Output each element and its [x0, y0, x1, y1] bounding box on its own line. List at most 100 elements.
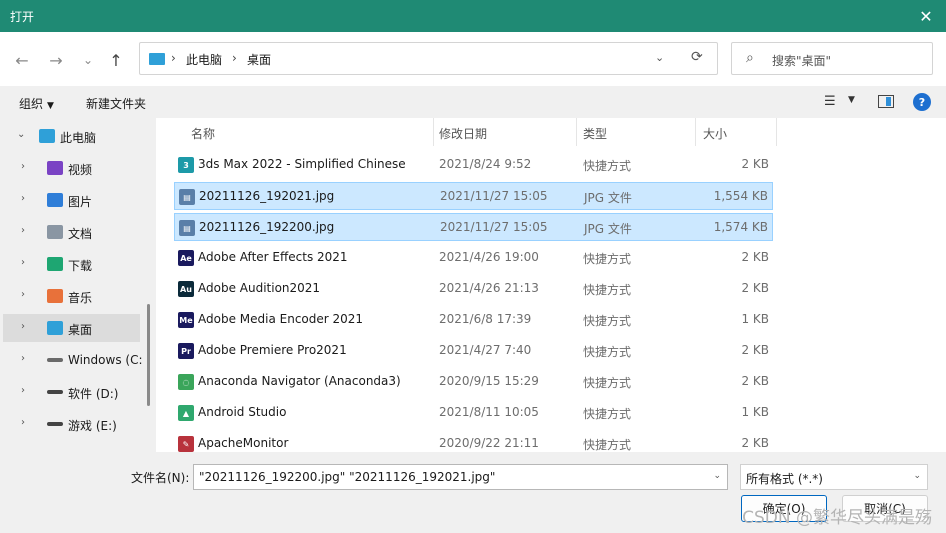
- help-icon[interactable]: ?: [913, 93, 931, 111]
- window-title: 打开: [10, 10, 35, 24]
- sidebar-item[interactable]: › 视频: [3, 154, 140, 182]
- file-size: 2 KB: [741, 374, 769, 388]
- sidebar-item[interactable]: › 文档: [3, 218, 140, 246]
- anaconda-icon: ◌: [178, 374, 194, 390]
- forward-arrow-icon[interactable]: →: [46, 50, 66, 70]
- recent-locations-icon[interactable]: ⌄: [78, 50, 98, 70]
- filename-input[interactable]: "20211126_192200.jpg" "20211126_192021.j…: [193, 464, 728, 490]
- file-name: Adobe Premiere Pro2021: [198, 343, 347, 357]
- file-size: 2 KB: [741, 157, 769, 171]
- chevron-down-icon[interactable]: ⌄: [713, 471, 721, 481]
- file-row[interactable]: ▤ 20211126_192200.jpg 2021/11/27 15:05 JPG …: [174, 213, 773, 241]
- file-row[interactable]: ▲ Android Studio 2021/8/11 10:05 快捷方式 1 KB: [174, 399, 773, 427]
- refresh-icon[interactable]: ⟳: [691, 49, 703, 65]
- file-list: 名称 ^ 修改日期 类型 大小 3 3ds Max 2022 - Simplifi…: [160, 118, 946, 452]
- video-icon: [47, 161, 63, 175]
- apache-monitor-icon: ✎: [178, 436, 194, 452]
- file-type: 快捷方式: [583, 283, 632, 297]
- sidebar-item[interactable]: › 桌面: [3, 314, 140, 342]
- sidebar-item[interactable]: › Windows (C:: [3, 346, 142, 374]
- sidebar-item[interactable]: › 音乐: [3, 282, 140, 310]
- navigation-bar: ← → ⌄ ↑ › 此电脑 › 桌面 ⌄ ⟳ ⌕ 搜索"桌面": [0, 32, 946, 86]
- drive-icon: [47, 422, 63, 426]
- file-size: 2 KB: [741, 250, 769, 264]
- chevron-right-icon[interactable]: ›: [21, 257, 25, 268]
- file-name: Adobe After Effects 2021: [198, 250, 348, 264]
- file-date: 2020/9/22 21:11: [439, 436, 539, 450]
- file-row[interactable]: Pr Adobe Premiere Pro2021 2021/4/27 7:40 快捷…: [174, 337, 773, 365]
- chevron-down-icon[interactable]: ▼: [848, 95, 855, 105]
- file-date: 2021/8/11 10:05: [439, 405, 539, 419]
- back-arrow-icon[interactable]: ←: [12, 50, 32, 70]
- sidebar-item-label: 文档: [68, 227, 93, 241]
- music-icon: [47, 289, 63, 303]
- sidebar-item[interactable]: › 图片: [3, 186, 140, 214]
- file-row[interactable]: ▤ 20211126_192021.jpg 2021/11/27 15:05 JPG …: [174, 182, 773, 210]
- file-date: 2021/11/27 15:05: [440, 220, 548, 234]
- chevron-right-icon[interactable]: ›: [21, 321, 25, 332]
- file-row[interactable]: ✎ ApacheMonitor 2020/9/22 21:11 快捷方式 2 KB: [174, 430, 773, 452]
- filename-label: 文件名(N):: [131, 471, 190, 485]
- up-arrow-icon[interactable]: ↑: [106, 50, 126, 70]
- organize-label: 组织: [19, 97, 44, 111]
- file-name: 20211126_192200.jpg: [199, 220, 335, 234]
- sidebar-item-label: 视频: [68, 163, 93, 177]
- breadcrumb-this-pc[interactable]: 此电脑: [186, 51, 222, 68]
- after-effects-icon: Ae: [178, 250, 194, 266]
- file-row[interactable]: Au Adobe Audition2021 2021/4/26 21:13 快捷方式 2…: [174, 275, 773, 303]
- breadcrumb-desktop[interactable]: 桌面: [247, 51, 271, 68]
- file-row[interactable]: 3 3ds Max 2022 - Simplified Chinese 2021/8…: [174, 151, 773, 179]
- file-row[interactable]: Ae Adobe After Effects 2021 2021/4/26 19:0…: [174, 244, 773, 272]
- file-type: 快捷方式: [583, 314, 632, 328]
- chevron-right-icon[interactable]: ›: [21, 193, 25, 204]
- chevron-down-icon[interactable]: ⌄: [17, 129, 25, 140]
- view-list-icon[interactable]: ☰: [824, 94, 836, 109]
- file-size: 1,554 KB: [713, 189, 768, 203]
- chevron-right-icon[interactable]: ›: [21, 225, 25, 236]
- file-size: 1,574 KB: [713, 220, 768, 234]
- sidebar-item[interactable]: › 软件 (D:): [3, 378, 140, 406]
- sidebar-item-label: 图片: [68, 195, 93, 209]
- sidebar-item[interactable]: › 游戏 (E:): [3, 410, 140, 438]
- new-folder-button[interactable]: 新建文件夹: [86, 95, 146, 112]
- file-name: Adobe Audition2021: [198, 281, 321, 295]
- chevron-right-icon[interactable]: ›: [21, 353, 25, 364]
- this-pc-icon: [149, 53, 165, 65]
- column-divider[interactable]: [776, 118, 777, 146]
- file-row[interactable]: Me Adobe Media Encoder 2021 2021/6/8 17:39…: [174, 306, 773, 334]
- chevron-right-icon[interactable]: ›: [21, 385, 25, 396]
- file-date: 2021/4/26 19:00: [439, 250, 539, 264]
- file-type: 快捷方式: [583, 252, 632, 266]
- scrollbar-thumb[interactable]: [147, 304, 150, 406]
- address-bar[interactable]: › 此电脑 › 桌面 ⌄ ⟳: [139, 42, 718, 75]
- chevron-right-icon[interactable]: ›: [21, 289, 25, 300]
- watermark: CSDN @繁华尽头满是殇: [742, 508, 932, 528]
- column-header-date[interactable]: 修改日期: [434, 118, 576, 146]
- column-header-size-label: 大小: [703, 127, 728, 141]
- android-studio-icon: ▲: [178, 405, 194, 421]
- preview-pane-icon[interactable]: [878, 95, 894, 108]
- file-size: 2 KB: [741, 343, 769, 357]
- search-input[interactable]: ⌕ 搜索"桌面": [731, 42, 933, 75]
- chevron-down-icon[interactable]: ⌄: [655, 51, 664, 64]
- close-icon[interactable]: ✕: [906, 0, 946, 32]
- file-size: 2 KB: [741, 436, 769, 450]
- file-row[interactable]: ◌ Anaconda Navigator (Anaconda3) 2020/9/15…: [174, 368, 773, 396]
- sidebar-item[interactable]: › 下载: [3, 250, 140, 278]
- jpg-file-icon: ▤: [179, 189, 195, 205]
- download-icon: [47, 257, 63, 271]
- chevron-right-icon[interactable]: ›: [21, 161, 25, 172]
- column-header-size[interactable]: 大小: [696, 118, 776, 146]
- chevron-right-icon[interactable]: ›: [21, 417, 25, 428]
- dialog-footer: 文件名(N): "20211126_192200.jpg" "20211126_…: [0, 452, 946, 533]
- file-type: 快捷方式: [583, 159, 632, 173]
- pc-icon: [39, 129, 55, 143]
- file-type-select[interactable]: 所有格式 (*.*) ⌄: [740, 464, 928, 490]
- file-name: Android Studio: [198, 405, 287, 419]
- sidebar-item[interactable]: ⌄ 此电脑: [3, 122, 140, 150]
- file-type: 快捷方式: [583, 345, 632, 359]
- organize-button[interactable]: 组织 ▼: [19, 95, 54, 112]
- column-header-name[interactable]: 名称 ^: [174, 118, 433, 146]
- navigation-pane: ⌄ 此电脑 › 视频 › 图片 › 文档 › 下载 › 音乐 › 桌面 › Windows (C: › 软件 (D…: [0, 118, 156, 452]
- column-header-type[interactable]: 类型: [577, 118, 695, 146]
